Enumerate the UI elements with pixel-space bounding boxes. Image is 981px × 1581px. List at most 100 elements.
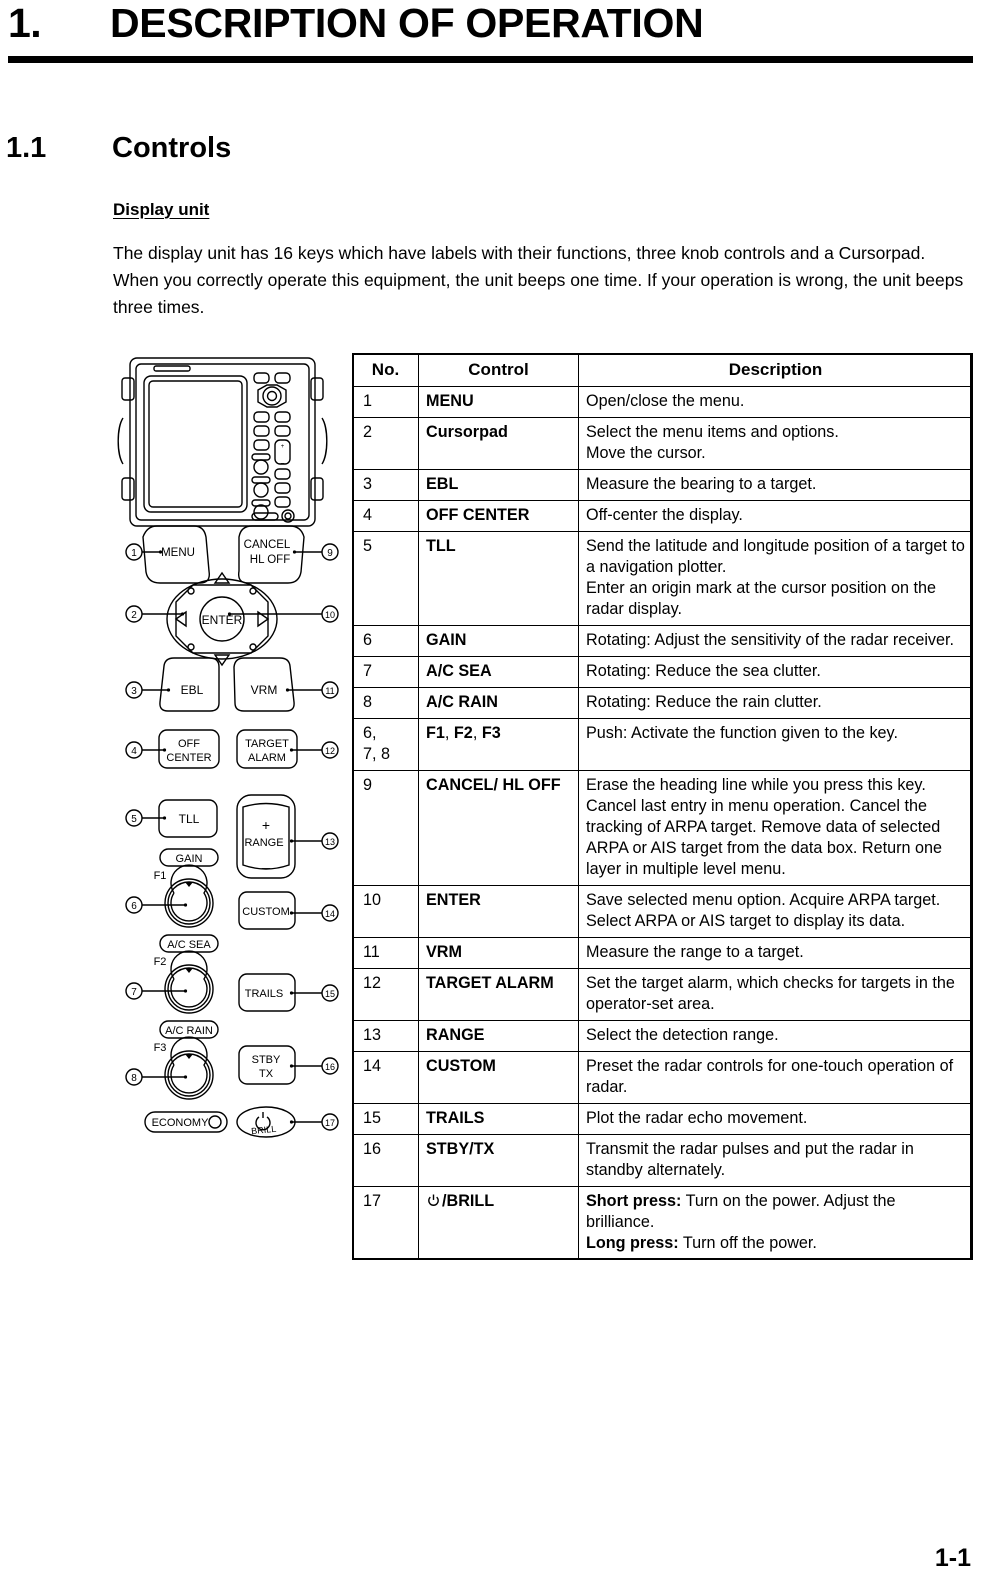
svg-text:7: 7 — [131, 987, 137, 998]
svg-text:CANCEL: CANCEL — [244, 539, 291, 551]
svg-text:TARGET: TARGET — [245, 738, 289, 750]
svg-text:OFF: OFF — [178, 738, 200, 750]
cell-no: 15 — [352, 1103, 419, 1135]
chapter-number: 1. — [8, 0, 42, 46]
table-row: 14 CUSTOM Preset the radar controls for on… — [352, 1051, 973, 1104]
svg-text:F1: F1 — [154, 870, 167, 882]
table-row: 15 TRAILS Plot the radar echo movement. — [352, 1103, 973, 1135]
cell-no: 6, 7, 8 — [352, 718, 419, 771]
svg-text:_: _ — [280, 458, 285, 464]
svg-text:2: 2 — [131, 610, 137, 621]
cell-control-label: /BRILL — [442, 1192, 495, 1210]
table-row: 6 GAIN Rotating: Adjust the sensitivity of… — [352, 625, 973, 657]
display-unit-illustration: + _ 1 MENU 9 CANCEL HL OFF ENTER 2 10 3 … — [112, 352, 352, 1202]
page-number: 1-1 — [934, 1544, 971, 1572]
cell-control: A/C RAIN — [418, 687, 579, 719]
svg-text:RANGE: RANGE — [244, 837, 283, 849]
cell-control: GAIN — [418, 625, 579, 657]
cell-no: 17 — [352, 1186, 419, 1260]
section-number: 1.1 — [6, 132, 47, 164]
cell-control: F1, F2, F3 — [418, 718, 579, 771]
cell-control: TRAILS — [418, 1103, 579, 1135]
chapter-title: DESCRIPTION OF OPERATION — [110, 0, 704, 46]
table-row: 11 VRM Measure the range to a target. — [352, 937, 973, 969]
svg-text:STBY: STBY — [252, 1054, 281, 1066]
cell-no: 1 — [352, 386, 419, 418]
cell-description: Measure the range to a target. — [578, 937, 973, 969]
svg-text:A/C RAIN: A/C RAIN — [165, 1025, 213, 1037]
svg-text:A/C SEA: A/C SEA — [167, 939, 211, 951]
svg-text:5: 5 — [131, 814, 137, 825]
svg-text:12: 12 — [325, 746, 335, 756]
cell-description: Preset the radar controls for one-touch … — [578, 1051, 973, 1104]
cell-description: Transmit the radar pulses and put the ra… — [578, 1134, 973, 1187]
cell-control: MENU — [418, 386, 579, 418]
cell-control: CANCEL/ HL OFF — [418, 770, 579, 886]
svg-text:15: 15 — [325, 989, 335, 999]
svg-text:+: + — [262, 817, 270, 833]
svg-text:17: 17 — [325, 1118, 335, 1128]
cell-description: Erase the heading line while you press t… — [578, 770, 973, 886]
cell-control: STBY/TX — [418, 1134, 579, 1187]
cell-no: 2 — [352, 417, 419, 470]
cell-description: Send the latitude and longitude position… — [578, 531, 973, 626]
svg-text:6: 6 — [131, 901, 137, 912]
cell-description: Set the target alarm, which checks for t… — [578, 968, 973, 1021]
cell-description: Off-center the display. — [578, 500, 973, 532]
cell-no: 4 — [352, 500, 419, 532]
table-row: 6, 7, 8 F1, F2, F3 Push: Activate the func… — [352, 718, 973, 771]
cell-no: 8 — [352, 687, 419, 719]
svg-text:ENTER: ENTER — [202, 613, 243, 627]
cell-description: Measure the bearing to a target. — [578, 469, 973, 501]
svg-text:14: 14 — [325, 909, 335, 919]
table-row: 9 CANCEL/ HL OFF Erase the heading line wh… — [352, 770, 973, 886]
svg-text:VRM: VRM — [251, 683, 278, 697]
cell-control: /BRILL — [418, 1186, 579, 1260]
table-header-row: No. Control Description — [352, 353, 973, 387]
cell-control: VRM — [418, 937, 579, 969]
controls-table: No. Control Description 1 MENU Open/close … — [352, 353, 973, 1260]
intro-paragraph: The display unit has 16 keys which have … — [113, 243, 964, 317]
svg-text:CENTER: CENTER — [166, 752, 211, 764]
table-row: 8 A/C RAIN Rotating: Reduce the rain clutt… — [352, 687, 973, 719]
table-row: 17/BRILL Short press: Turn on the power. … — [352, 1186, 973, 1260]
table-row: 16 STBY/TX Transmit the radar pulses and p… — [352, 1134, 973, 1187]
svg-text:CUSTOM: CUSTOM — [242, 906, 289, 918]
table-row: 3 EBL Measure the bearing to a target. — [352, 469, 973, 501]
cell-control: CUSTOM — [418, 1051, 579, 1104]
cell-no: 9 — [352, 770, 419, 886]
cell-control: OFF CENTER — [418, 500, 579, 532]
svg-text:ECONOMY: ECONOMY — [152, 1117, 210, 1129]
svg-text:EBL: EBL — [181, 683, 204, 697]
cell-description: Select the menu items and options. Move … — [578, 417, 973, 470]
cell-no: 5 — [352, 531, 419, 626]
cell-no: 10 — [352, 885, 419, 938]
cell-no: 7 — [352, 656, 419, 688]
svg-text:F2: F2 — [154, 956, 167, 968]
svg-text:TX: TX — [259, 1068, 274, 1080]
svg-text:ALARM: ALARM — [248, 752, 286, 764]
cell-control: ENTER — [418, 885, 579, 938]
table-row: 12 TARGET ALARM Set the target alarm, whic… — [352, 968, 973, 1021]
svg-text:TLL: TLL — [179, 812, 200, 826]
cell-no: 6 — [352, 625, 419, 657]
section-title: Controls — [112, 132, 232, 164]
svg-text:F3: F3 — [154, 1042, 167, 1054]
cell-description: Rotating: Reduce the rain clutter. — [578, 687, 973, 719]
table-row: 1 MENU Open/close the menu. — [352, 386, 973, 418]
cell-no: 16 — [352, 1134, 419, 1187]
svg-text:MENU: MENU — [161, 547, 195, 559]
cell-no: 3 — [352, 469, 419, 501]
cell-description: Open/close the menu. — [578, 386, 973, 418]
svg-text:GAIN: GAIN — [176, 853, 203, 865]
svg-text:11: 11 — [325, 686, 334, 696]
cell-control: EBL — [418, 469, 579, 501]
controls-table-body: 1 MENU Open/close the menu. 2 Cursorpad Selec… — [352, 386, 973, 1260]
chapter-heading: 1. DESCRIPTION OF OPERATION — [0, 0, 981, 66]
cell-description: Short press: Turn on the power. Adjust t… — [578, 1186, 973, 1260]
table-row: 13 RANGE Select the detection range. — [352, 1020, 973, 1052]
svg-text:16: 16 — [325, 1062, 335, 1072]
cell-control: A/C SEA — [418, 656, 579, 688]
heading-divider — [8, 56, 973, 63]
cell-no: 13 — [352, 1020, 419, 1052]
